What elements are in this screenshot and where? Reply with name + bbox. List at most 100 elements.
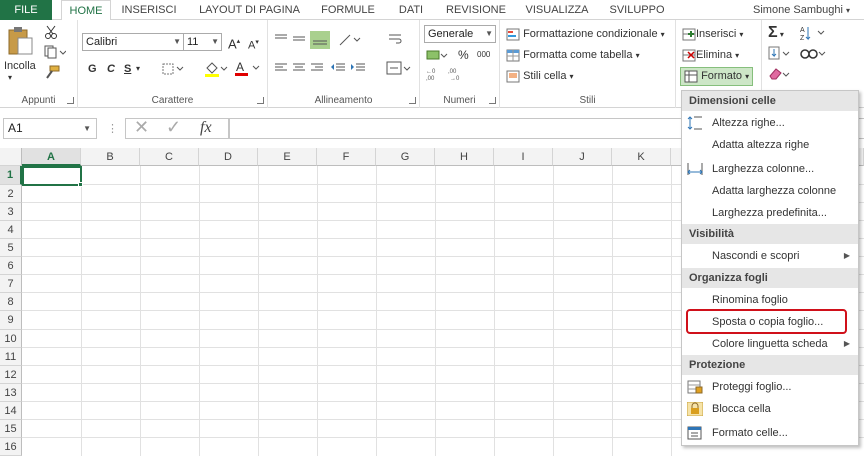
font-size-combo[interactable]: 11 ▼	[183, 33, 222, 51]
column-header-a[interactable]: A	[22, 148, 81, 166]
fill-color-icon[interactable]	[204, 61, 228, 82]
column-header-j[interactable]: J	[553, 148, 612, 166]
fill-icon[interactable]	[768, 46, 792, 65]
format-as-table-button[interactable]: Formatta come tabella ▾	[506, 47, 640, 64]
currency-icon[interactable]	[426, 48, 448, 67]
name-box[interactable]: A1 ▼	[3, 118, 97, 139]
menu-item-row-height[interactable]: Altezza righe...	[682, 112, 858, 134]
grow-font-button[interactable]: A▴	[228, 34, 240, 52]
font-name-combo[interactable]: Calibri ▼	[82, 33, 184, 51]
row-header-11[interactable]: 11	[0, 348, 22, 366]
column-header-f[interactable]: F	[317, 148, 376, 166]
menu-item-autofit-column-width[interactable]: Adatta larghezza colonne	[682, 180, 858, 202]
thousands-button[interactable]: 000	[477, 47, 490, 63]
row-header-5[interactable]: 5	[0, 239, 22, 257]
menu-item-column-width[interactable]: Larghezza colonne...	[682, 158, 858, 180]
decrease-decimal-icon[interactable]: ,00 →0	[448, 67, 466, 86]
cancel-entry-icon[interactable]: ✕	[134, 118, 149, 136]
menu-item-protect-sheet[interactable]: Proteggi foglio...	[682, 376, 858, 398]
row-header-2[interactable]: 2	[0, 185, 22, 203]
active-cell-a1[interactable]	[22, 166, 82, 186]
sort-filter-icon[interactable]: AZ	[800, 25, 826, 46]
autosum-icon[interactable]: Σ ▾	[768, 25, 784, 43]
align-center-icon[interactable]	[292, 62, 306, 79]
clear-icon[interactable]	[768, 67, 792, 86]
menu-item-lock-cell[interactable]: Blocca cella	[682, 398, 858, 420]
row-header-6[interactable]: 6	[0, 257, 22, 275]
row-header-8[interactable]: 8	[0, 293, 22, 311]
underline-arrow-icon[interactable]: ▾	[136, 61, 140, 77]
alignment-launcher[interactable]	[409, 97, 416, 104]
borders-icon[interactable]	[162, 63, 184, 80]
column-header-b[interactable]: B	[81, 148, 140, 166]
number-launcher[interactable]	[489, 97, 496, 104]
insert-function-button[interactable]: fx	[200, 120, 212, 136]
underline-button[interactable]: S	[124, 61, 131, 77]
bold-button[interactable]: G	[88, 61, 97, 77]
menu-item-default-width[interactable]: Larghezza predefinita...	[682, 202, 858, 224]
font-launcher[interactable]	[257, 97, 264, 104]
formula-bar-splitter[interactable]: ⋮	[107, 121, 118, 137]
select-all-corner[interactable]	[0, 148, 22, 166]
menu-item-hide-unhide[interactable]: Nascondi e scopri ▶	[682, 245, 858, 267]
confirm-entry-icon[interactable]: ✓	[166, 118, 181, 136]
orientation-icon[interactable]	[338, 33, 362, 52]
merge-center-icon[interactable]	[386, 61, 412, 80]
conditional-format-button[interactable]: Formattazione condizionale ▾	[506, 26, 665, 43]
tab-page-layout[interactable]: LAYOUT DI PAGINA	[192, 0, 307, 20]
percent-button[interactable]: %	[458, 47, 469, 63]
row-header-16[interactable]: 16	[0, 438, 22, 456]
user-name[interactable]: Simone Sambughi ▾	[753, 0, 850, 20]
tab-review[interactable]: REVISIONE	[442, 0, 510, 20]
column-header-k[interactable]: K	[612, 148, 671, 166]
shrink-font-button[interactable]: A▾	[248, 35, 259, 54]
wrap-text-icon[interactable]	[388, 32, 402, 51]
row-header-1[interactable]: 1	[0, 166, 22, 185]
row-header-15[interactable]: 15	[0, 420, 22, 438]
row-header-14[interactable]: 14	[0, 402, 22, 420]
paste-button[interactable]	[6, 26, 34, 56]
align-middle-icon[interactable]	[292, 33, 306, 50]
insert-button[interactable]: Inserisci ▾	[682, 26, 743, 43]
row-header-4[interactable]: 4	[0, 221, 22, 239]
tab-developer[interactable]: SVILUPPO	[605, 0, 669, 20]
format-painter-icon[interactable]	[44, 65, 60, 84]
menu-item-format-cells[interactable]: Formato celle...	[682, 422, 858, 444]
column-header-g[interactable]: G	[376, 148, 435, 166]
row-header-12[interactable]: 12	[0, 366, 22, 384]
italic-button[interactable]: C	[107, 61, 115, 77]
format-button[interactable]: Formato ▾	[680, 67, 754, 86]
font-color-icon[interactable]: A	[235, 60, 261, 81]
row-header-13[interactable]: 13	[0, 384, 22, 402]
tab-home[interactable]: HOME	[61, 0, 111, 21]
increase-decimal-icon[interactable]: ←0,00	[426, 67, 444, 86]
tab-formulas[interactable]: FORMULE	[316, 0, 380, 20]
menu-item-autofit-row-height[interactable]: Adatta altezza righe	[682, 134, 858, 156]
paste-arrow-icon[interactable]: ▾	[8, 70, 12, 86]
decrease-indent-icon[interactable]	[330, 62, 346, 79]
row-header-7[interactable]: 7	[0, 275, 22, 293]
delete-button[interactable]: Elimina ▾	[682, 47, 739, 64]
row-header-9[interactable]: 9	[0, 311, 22, 330]
tab-view[interactable]: VISUALIZZA	[519, 0, 595, 20]
menu-item-tab-color[interactable]: Colore linguetta scheda ▶	[682, 333, 858, 355]
align-right-icon[interactable]	[310, 62, 324, 79]
tab-data[interactable]: DATI	[390, 0, 432, 20]
cut-icon[interactable]	[44, 25, 58, 44]
tab-insert[interactable]: INSERISCI	[118, 0, 180, 20]
number-format-combo[interactable]: Generale ▼	[424, 25, 496, 43]
increase-indent-icon[interactable]	[350, 62, 366, 79]
column-header-c[interactable]: C	[140, 148, 199, 166]
column-header-e[interactable]: E	[258, 148, 317, 166]
tab-file[interactable]: FILE	[0, 0, 52, 20]
cell-styles-button[interactable]: Stili cella ▾	[506, 68, 574, 85]
align-bottom-icon[interactable]	[310, 31, 330, 49]
row-header-10[interactable]: 10	[0, 330, 22, 348]
copy-icon[interactable]	[44, 45, 67, 64]
row-header-3[interactable]: 3	[0, 203, 22, 221]
column-header-i[interactable]: I	[494, 148, 553, 166]
align-left-icon[interactable]	[274, 62, 288, 79]
clipboard-launcher[interactable]	[67, 97, 74, 104]
menu-item-rename-sheet[interactable]: Rinomina foglio	[682, 289, 858, 311]
align-top-icon[interactable]	[274, 33, 288, 50]
